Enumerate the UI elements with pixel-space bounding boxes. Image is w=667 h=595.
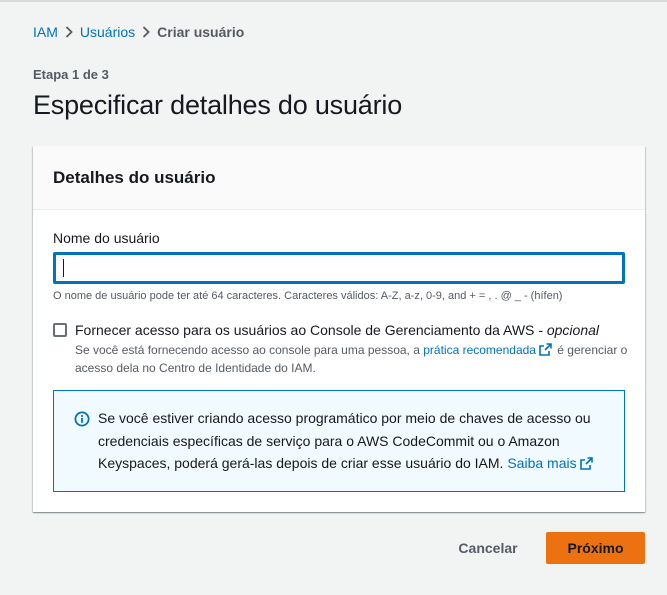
- external-link-icon[interactable]: [539, 343, 552, 360]
- username-label: Nome do usuário: [53, 230, 160, 246]
- user-details-panel: Detalhes do usuário Nome do usuário O no…: [33, 146, 645, 512]
- breadcrumb-iam[interactable]: IAM: [33, 24, 58, 40]
- panel-header: Detalhes do usuário: [33, 146, 645, 210]
- console-access-description: Se você está fornecendo acesso ao consol…: [75, 342, 635, 376]
- breadcrumb-users[interactable]: Usuários: [80, 24, 135, 40]
- info-text: Se você estiver criando acesso programát…: [98, 407, 604, 477]
- info-alert: Se você estiver criando acesso programát…: [53, 390, 625, 492]
- external-link-icon[interactable]: [579, 454, 593, 477]
- console-access-label-text: Fornecer acesso para os usuários ao Cons…: [75, 322, 535, 338]
- best-practice-link[interactable]: prática recomendada: [423, 343, 536, 357]
- console-access-option: Fornecer acesso para os usuários ao Cons…: [53, 322, 635, 376]
- top-border: [0, 0, 667, 2]
- username-constraint: O nome de usuário pode ter até 64 caract…: [53, 290, 563, 302]
- next-button[interactable]: Próximo: [546, 532, 645, 564]
- page-title: Especificar detalhes do usuário: [33, 90, 403, 120]
- optional-label: - opcional: [534, 322, 599, 338]
- info-icon: [74, 411, 90, 427]
- breadcrumb-create-user: Criar usuário: [157, 24, 245, 40]
- console-access-desc-before: Se você está fornecendo acesso ao consol…: [75, 343, 424, 357]
- panel-title: Detalhes do usuário: [53, 167, 216, 187]
- console-access-label[interactable]: Fornecer acesso para os usuários ao Cons…: [75, 322, 635, 338]
- learn-more-link[interactable]: Saiba mais: [507, 455, 576, 471]
- chevron-right-icon: [135, 23, 157, 41]
- step-label: Etapa 1 de 3: [33, 67, 109, 82]
- cancel-button[interactable]: Cancelar: [446, 532, 530, 564]
- breadcrumb: IAM Usuários Criar usuário: [33, 23, 244, 41]
- console-access-checkbox[interactable]: [53, 323, 67, 337]
- chevron-right-icon: [58, 23, 80, 41]
- username-input[interactable]: [53, 252, 625, 284]
- console-access-text: Fornecer acesso para os usuários ao Cons…: [75, 322, 635, 376]
- text-caret: [63, 259, 64, 277]
